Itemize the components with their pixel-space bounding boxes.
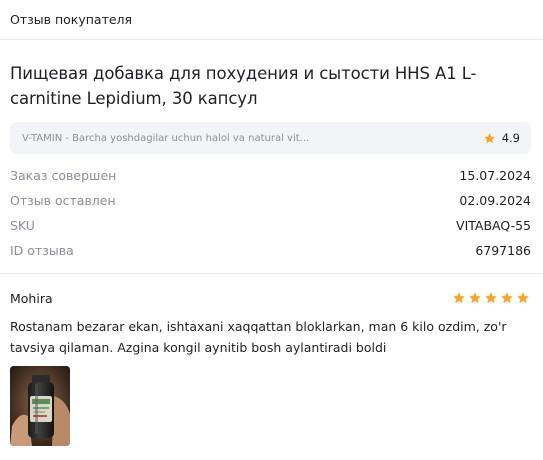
star-icon	[483, 132, 495, 143]
info-row-review-date: Отзыв оставлен 02.09.2024	[10, 188, 531, 213]
info-label: ID отзыва	[10, 243, 74, 258]
info-value: VITABAQ-55	[456, 218, 531, 233]
info-row-sku: SKU VITABAQ-55	[10, 213, 531, 238]
review-page: Отзыв покупателя Пищевая добавка для пох…	[0, 0, 543, 460]
info-value: 15.07.2024	[459, 168, 531, 183]
page-title: Отзыв покупателя	[10, 12, 133, 27]
info-label: Отзыв оставлен	[10, 193, 116, 208]
star-icon	[517, 292, 529, 304]
seller-rating-value: 4.9	[501, 131, 520, 145]
star-icon	[453, 292, 465, 304]
star-icon	[469, 292, 481, 304]
header: Отзыв покупателя	[0, 0, 543, 40]
info-value: 6797186	[475, 243, 531, 258]
info-label: SKU	[10, 218, 35, 233]
product-bottle-photo-icon	[10, 366, 70, 446]
product-title[interactable]: Пищевая добавка для похудения и сытости …	[10, 61, 520, 111]
seller-bar[interactable]: V-TAMIN - Barcha yoshdagilar uchun halol…	[10, 122, 531, 154]
order-info-table: Заказ совершен 15.07.2024 Отзыв оставлен…	[10, 163, 531, 263]
seller-name: V-TAMIN - Barcha yoshdagilar uchun halol…	[22, 132, 310, 144]
review-card: Mohira Rostanam bezarar ekan, ishtaxani …	[10, 289, 531, 358]
info-row-order-date: Заказ совершен 15.07.2024	[10, 163, 531, 188]
info-row-review-id: ID отзыва 6797186	[10, 238, 531, 263]
review-stars	[452, 291, 530, 305]
divider	[0, 273, 543, 274]
star-icon	[501, 292, 513, 304]
review-photo[interactable]	[10, 366, 70, 446]
reviewer-name: Mohira	[10, 290, 53, 306]
review-header: Mohira	[10, 289, 531, 307]
seller-rating: 4.9	[483, 131, 520, 145]
info-label: Заказ совершен	[10, 168, 117, 183]
review-text: Rostanam bezarar ekan, ishtaxani xaqqatt…	[10, 319, 507, 355]
info-value: 02.09.2024	[459, 193, 531, 208]
star-icon	[485, 292, 497, 304]
